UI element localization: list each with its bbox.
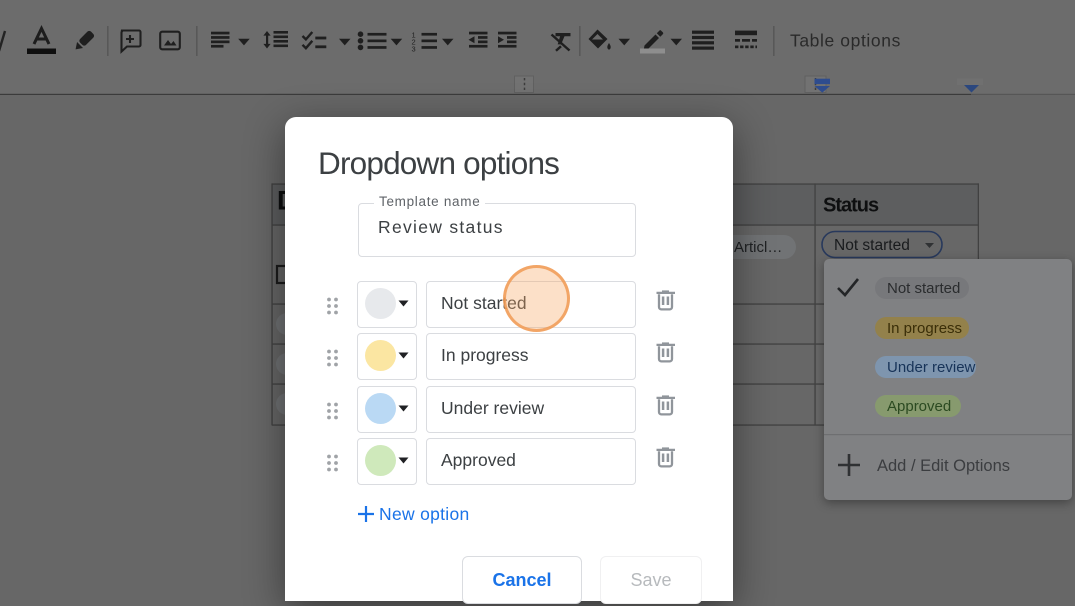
svg-text:Not started: Not started <box>834 237 910 254</box>
svg-text:Under review: Under review <box>887 359 976 376</box>
svg-text:Approved: Approved <box>887 398 951 415</box>
svg-text:Add / Edit Options: Add / Edit Options <box>877 457 1010 475</box>
svg-text:In progress: In progress <box>887 320 962 337</box>
svg-text:3: 3 <box>412 45 416 54</box>
svg-text:Articl…: Articl… <box>734 239 782 256</box>
svg-text:Table options: Table options <box>790 31 901 51</box>
svg-text:Not started: Not started <box>887 280 960 297</box>
svg-text:Status: Status <box>823 194 879 216</box>
